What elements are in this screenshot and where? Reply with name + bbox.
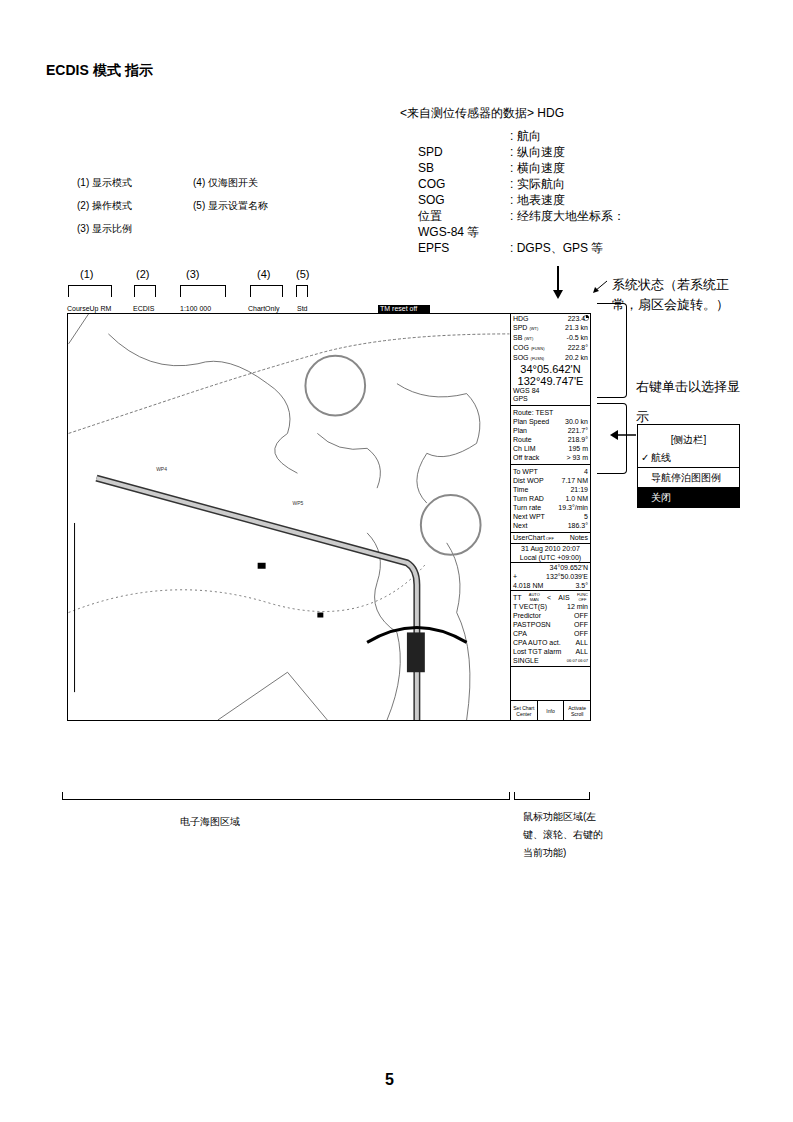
callout-bracket <box>134 285 156 297</box>
sensor-note-row: WGS-84 等 <box>418 225 625 240</box>
cursor-section: 34°09.652'N+132°50.039'E4.018 NM3.5° <box>511 563 590 591</box>
mouse-function-button[interactable]: Set Chart Center <box>511 701 538 720</box>
wpt-section[interactable]: To WPT4Dist WOP7.17 NMTime21:19Turn RAD1… <box>511 465 590 533</box>
callout-number: (2) <box>136 266 149 283</box>
context-menu[interactable]: [侧边栏]✓航线导航停泊图图例关闭 <box>637 424 740 508</box>
route-row: Plan Speed30.0 kn <box>513 417 588 426</box>
wpt-row: Next WPT5 <box>513 512 588 521</box>
sensor-note-row: SPD: 纵向速度 <box>418 145 625 160</box>
datum: WGS 84 <box>513 387 588 395</box>
manual-page: ECDIS 模式 指示 <来自测位传感器的数据> HDG : 航向SPD: 纵向速度… <box>0 0 793 1122</box>
sensor-note-row: SB: 横向速度 <box>418 161 625 176</box>
top-bar-item[interactable]: ChartOnly <box>248 305 297 313</box>
legend-item: (3) 显示比例 <box>77 221 149 236</box>
sensor-row: SB(WT)-0.5 kn <box>513 333 588 343</box>
sensor-note-row: : 航向 <box>418 129 625 144</box>
side-panel: HDG223.4°SPD(WT)21.3 knSB(WT)-0.5 knCOG(… <box>510 314 590 720</box>
single-row: SINGLE06:07 06:07 <box>513 656 588 665</box>
top-bar-item[interactable]: ECDIS <box>133 305 180 313</box>
callout-bracket <box>180 285 226 297</box>
mouse-function-bar: Set Chart CenterInfoActivate Scroll <box>511 700 590 720</box>
context-menu-item[interactable]: ✓航线 <box>638 448 739 467</box>
wpt-row: Turn rate19.3°/min <box>513 503 588 512</box>
mouse-area-bracket <box>514 792 590 800</box>
legend-item: (5) 显示设置名称 <box>193 198 265 213</box>
route-section[interactable]: Route: TESTPlan Speed30.0 knPlan221.7°Ro… <box>511 406 590 465</box>
route-bracket <box>597 403 627 474</box>
callout-number: (1) <box>80 266 93 283</box>
legend: (1) 显示模式 (2) 操作模式 (3) 显示比例 (4) 仅海图开关 (5) 显示设… <box>77 175 265 236</box>
callout-bracket <box>296 285 308 297</box>
epfs: GPS <box>513 395 588 403</box>
ecdis-screen: CourseUp RMECDIS1:100 000ChartOnlyStdTM … <box>67 300 591 721</box>
position-lon: 132°49.747'E <box>513 375 588 387</box>
left-arrow-icon <box>610 430 636 440</box>
sensor-note-row: SOG: 地表速度 <box>418 193 625 208</box>
mouse-area-label: 鼠标功能区域(左键、滚轮、右键的当前功能) <box>523 808 603 862</box>
tt-setting-row: CPA AUTO act.ALL <box>513 638 588 647</box>
chart-area-bracket <box>62 792 510 800</box>
status-sector-icon <box>583 315 589 321</box>
chart-area-label: 电子海图区域 <box>180 814 240 829</box>
system-status-note: 系统状态（若系统正常，扇区会旋转。） <box>612 275 742 315</box>
callout-number: (5) <box>296 266 309 283</box>
tt-setting-row: PredictorOFF <box>513 611 588 620</box>
wpt-row: To WPT4 <box>513 467 588 476</box>
sensor-row: SPD(WT)21.3 kn <box>513 323 588 333</box>
legend-item: (2) 操作模式 <box>77 198 149 213</box>
tt-row: TTAUTOMAN<AISFUNCOFF <box>513 592 588 602</box>
user-chart-row[interactable]: UserChartOFFNotes <box>511 533 590 544</box>
tt-section[interactable]: TTAUTOMAN<AISFUNCOFFT VECT(S)12 minPredi… <box>511 591 590 667</box>
context-menu-item[interactable]: 关闭 <box>638 487 739 507</box>
pointer-arrow-icon <box>592 280 608 294</box>
page-title: ECDIS 模式 指示 <box>46 60 153 81</box>
svg-text:WP4: WP4 <box>156 467 167 472</box>
context-menu-title: [侧边栏] <box>638 425 739 448</box>
tt-setting-row: CPAOFF <box>513 629 588 638</box>
top-bar: CourseUp RMECDIS1:100 000ChartOnlyStdTM … <box>67 300 591 313</box>
route-row: Off track> 93 m <box>513 453 588 462</box>
status-badge: TM reset off <box>378 305 430 313</box>
route-row: Ch LIM195 m <box>513 444 588 453</box>
sensor-bracket <box>597 303 627 398</box>
callout-number: (3) <box>186 266 199 283</box>
top-bar-item[interactable]: Std <box>297 305 378 313</box>
sensor-note-row: EPFS: DGPS、GPS 等 <box>418 241 625 256</box>
context-menu-item[interactable]: 导航停泊图图例 <box>638 467 739 487</box>
position-lat: 34°05.642'N <box>513 363 588 375</box>
callout-bracket <box>68 285 112 297</box>
mouse-function-button[interactable]: Info <box>538 701 565 720</box>
page-number: 5 <box>385 1068 394 1092</box>
route-title: Route: TEST <box>513 408 588 417</box>
wpt-row: Turn RAD1.0 NM <box>513 494 588 503</box>
sensor-row: SOG(FUSN)20.2 kn <box>513 353 588 363</box>
svg-text:WP5: WP5 <box>292 501 303 506</box>
sensor-notes: <来自测位传感器的数据> HDG : 航向SPD: 纵向速度SB: 横向速度COG… <box>400 106 625 256</box>
callout-bracket <box>250 285 283 297</box>
sensor-section[interactable]: HDG223.4°SPD(WT)21.3 knSB(WT)-0.5 knCOG(… <box>511 314 590 406</box>
wpt-row: Dist WOP7.17 NM <box>513 476 588 485</box>
right-click-hint: 右键单击以选择显示 <box>636 372 741 432</box>
wpt-row: Time21:19 <box>513 485 588 494</box>
top-bar-item[interactable]: CourseUp RM <box>67 305 133 313</box>
tt-setting-row: PASTPOSNOFF <box>513 620 588 629</box>
date-section: 31 Aug 2010 20:07Local (UTC +09:00) <box>511 544 590 563</box>
sensor-notes-header: <来自测位传感器的数据> HDG <box>400 106 625 121</box>
callout-number: (4) <box>257 266 270 283</box>
legend-item: (4) 仅海图开关 <box>193 175 265 190</box>
chart-map[interactable]: WP4 WP5 <box>68 314 510 720</box>
sensor-note-row: 位置: 经纬度大地坐标系： <box>418 209 625 224</box>
route-row: Route218.9° <box>513 435 588 444</box>
down-arrow-icon <box>552 266 564 300</box>
route-row: Plan221.7° <box>513 426 588 435</box>
legend-item: (1) 显示模式 <box>77 175 149 190</box>
tt-setting-row: Lost TGT alarmALL <box>513 647 588 656</box>
mouse-function-button[interactable]: Activate Scroll <box>564 701 590 720</box>
top-bar-item[interactable]: 1:100 000 <box>180 305 248 313</box>
sensor-row: COG(FUSN)222.8° <box>513 343 588 353</box>
sensor-row: HDG223.4° <box>513 314 588 323</box>
tt-setting-row: T VECT(S)12 min <box>513 602 588 611</box>
sensor-note-row: COG: 实际航向 <box>418 177 625 192</box>
wpt-row: Next186.3° <box>513 521 588 530</box>
